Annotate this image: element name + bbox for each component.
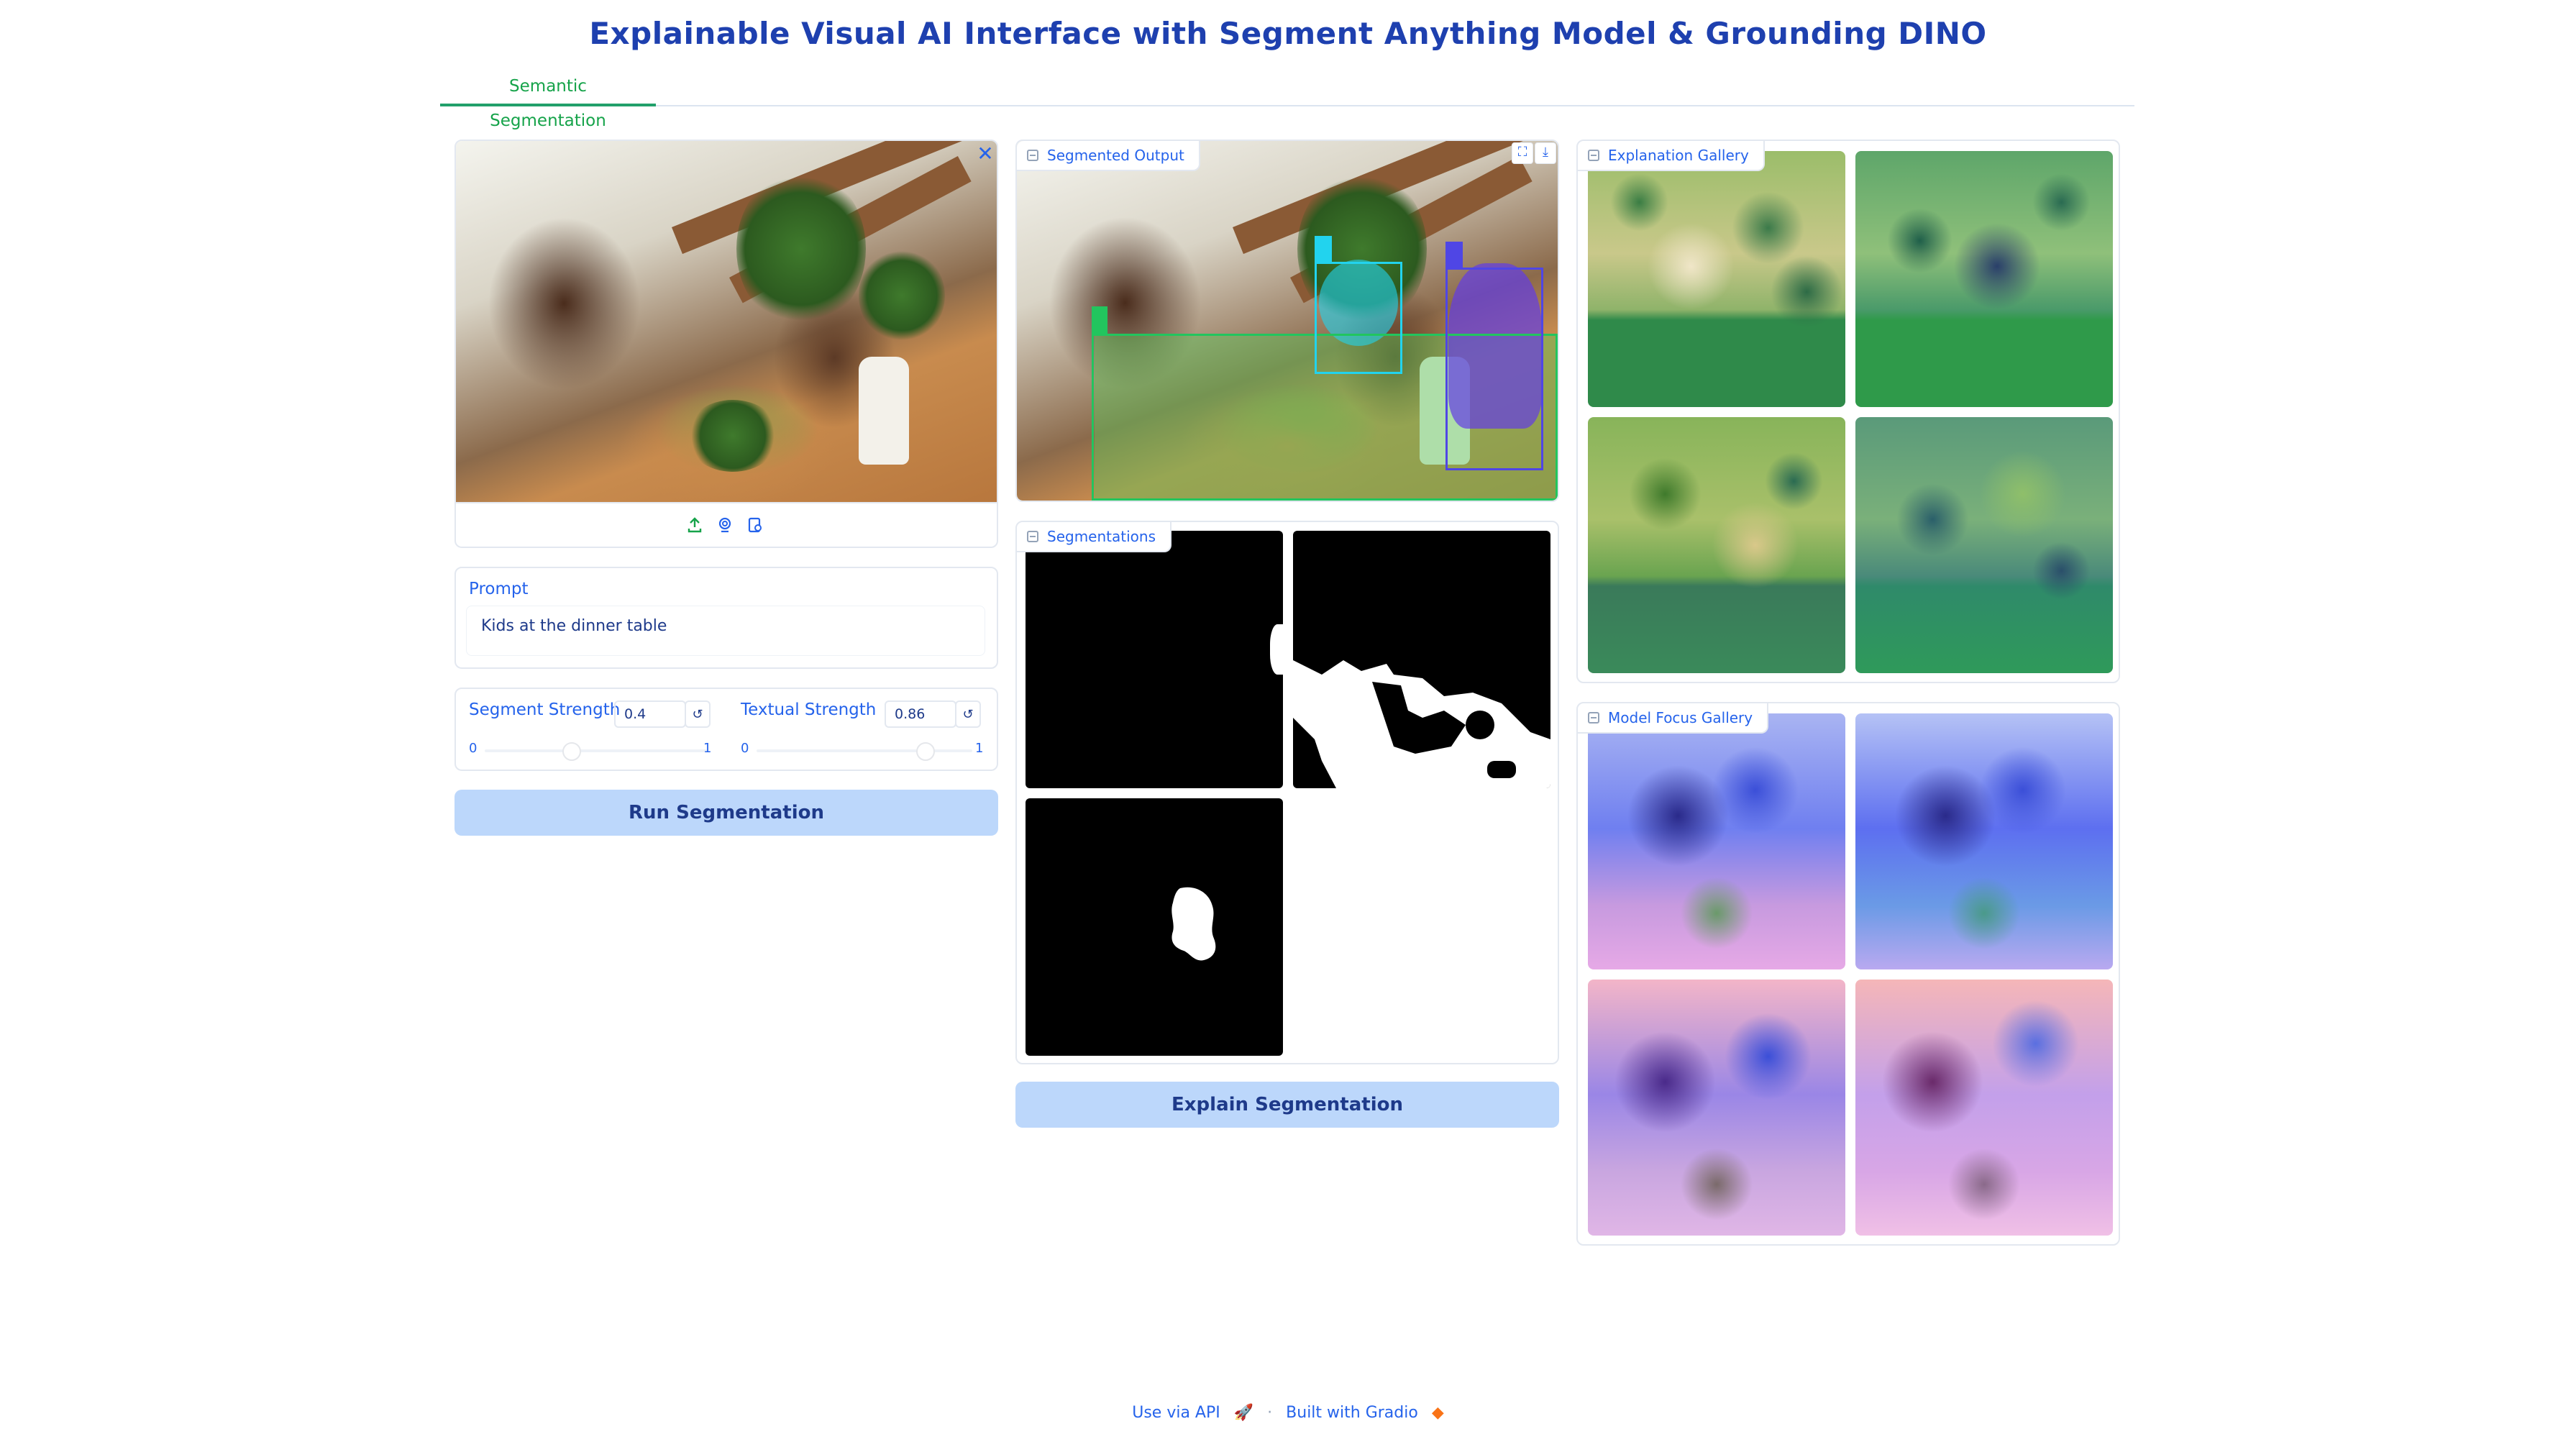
prompt-input[interactable]: Kids at the dinner table [466,606,985,656]
explanation-gallery-panel: Explanation Gallery [1576,140,2120,683]
fullscreen-icon[interactable]: ⛶ [1512,142,1533,164]
built-with-gradio-link[interactable]: Built with Gradio [1286,1404,1418,1422]
model-focus-gallery-panel: Model Focus Gallery [1576,702,2120,1246]
segmented-output-label: Segmented Output [1017,141,1200,171]
webcam-icon[interactable] [716,516,734,534]
explain-segmentation-button[interactable]: Explain Segmentation [1015,1082,1559,1128]
close-icon[interactable]: ✕ [975,144,995,164]
explanation-gallery-label-text: Explanation Gallery [1608,147,1749,164]
segment-strength-min: 0 [469,741,478,756]
segmentations-label: Segmentations [1017,522,1171,552]
tab-bar [440,69,2134,106]
model-focus-image-4[interactable] [1855,980,2113,1236]
explanation-image-4[interactable] [1855,417,2113,673]
strength-panel: Segment Strength 0.4 ↺ 0 1 Textual Stren… [455,688,998,771]
segmented-output-image [1017,141,1558,501]
textual-strength-min: 0 [741,741,749,756]
detection-box-kid-1 [1315,262,1402,374]
model-focus-image-3[interactable] [1588,980,1845,1236]
segmentation-mask-2[interactable] [1293,531,1550,788]
prompt-panel: Prompt Kids at the dinner table [455,567,998,669]
segment-strength-max: 1 [703,741,712,756]
tab-semantic-segmentation[interactable]: Semantic Segmentation [440,69,656,130]
image-label-icon [1027,531,1038,542]
image-toolbar [456,502,997,548]
textual-strength-input[interactable]: 0.86 [885,700,956,728]
textual-strength-label: Textual Strength [741,700,877,719]
segmentation-mask-3[interactable] [1026,798,1283,1056]
prompt-label: Prompt [469,580,529,598]
explanation-image-3[interactable] [1588,417,1845,673]
run-segmentation-button[interactable]: Run Segmentation [455,790,998,836]
textual-strength-max: 1 [975,741,984,756]
textual-strength-thumb[interactable] [916,742,935,761]
model-focus-image-2[interactable] [1855,713,2113,969]
segment-strength-thumb[interactable] [562,742,581,761]
clipboard-icon[interactable] [746,516,764,534]
segment-strength-input[interactable]: 0.4 [614,700,686,728]
textual-strength-reset-icon[interactable]: ↺ [955,700,981,728]
image-label-icon [1588,712,1599,724]
input-image [456,141,997,502]
textual-strength-slider[interactable] [757,749,972,752]
model-focus-gallery-label-text: Model Focus Gallery [1608,709,1753,726]
rocket-icon: 🚀 [1233,1404,1254,1422]
explanation-image-2[interactable] [1855,151,2113,407]
segmentation-mask-1[interactable] [1026,531,1283,788]
segmentations-panel: Segmentations [1015,521,1559,1064]
upload-icon[interactable] [686,516,703,534]
segment-strength-slider[interactable] [485,749,708,752]
segmented-output-panel: Segmented Output ⛶ ⤓ [1015,140,1559,502]
segment-strength-reset-icon[interactable]: ↺ [685,700,711,728]
footer: Use via API 🚀 · Built with Gradio ◆ [0,1404,2576,1422]
image-label-icon [1588,150,1599,161]
image-label-icon [1027,150,1038,161]
segmented-output-label-text: Segmented Output [1047,147,1184,164]
segment-strength-label: Segment Strength [469,700,621,719]
download-icon[interactable]: ⤓ [1535,142,1556,164]
model-focus-image-1[interactable] [1588,713,1845,969]
gradio-logo-icon: ◆ [1431,1404,1444,1422]
footer-separator: · [1267,1404,1273,1422]
explanation-gallery-label: Explanation Gallery [1578,141,1765,171]
model-focus-gallery-label: Model Focus Gallery [1578,703,1769,734]
detection-box-kid-2 [1445,268,1543,470]
use-via-api-link[interactable]: Use via API [1132,1404,1220,1422]
page-title: Explainable Visual AI Interface with Seg… [589,16,1987,51]
explanation-image-1[interactable] [1588,151,1845,407]
segmentations-label-text: Segmentations [1047,528,1156,545]
input-image-panel[interactable]: ✕ [455,140,998,548]
